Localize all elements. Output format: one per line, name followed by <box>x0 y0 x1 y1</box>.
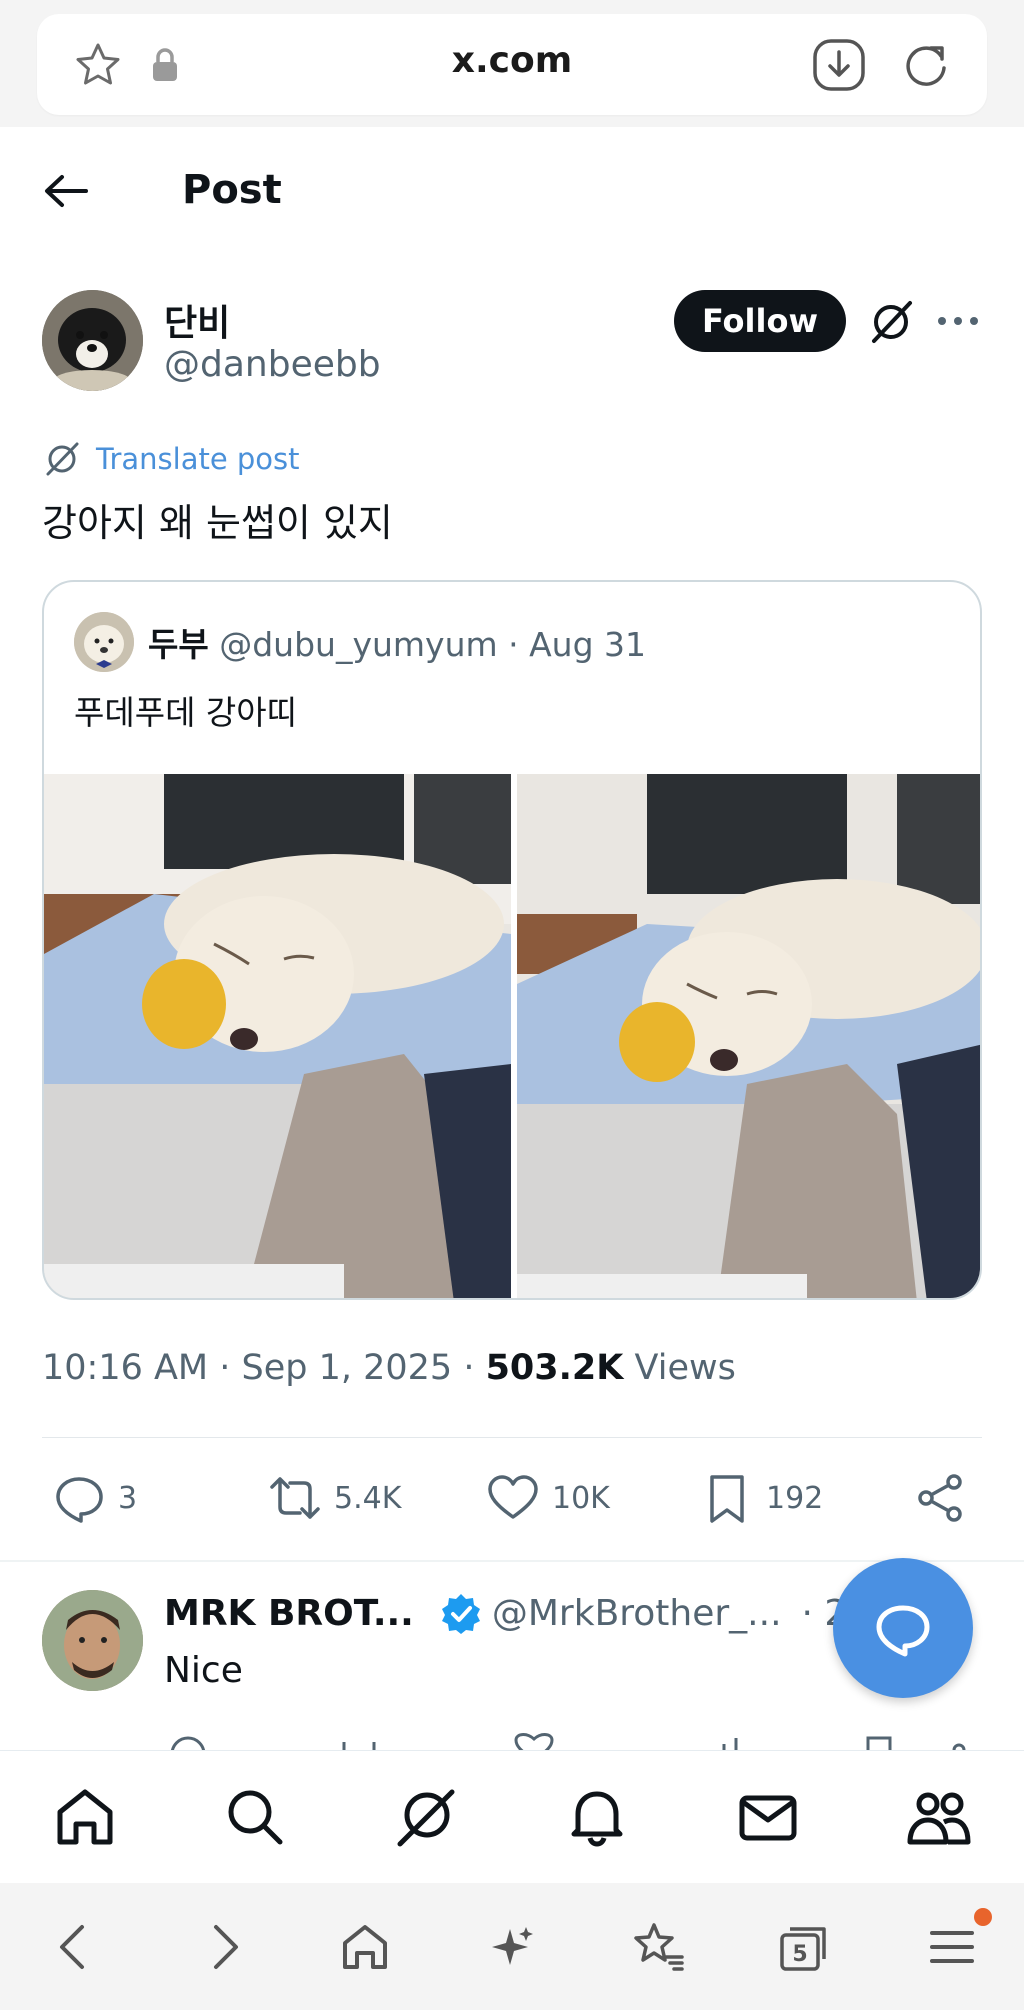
download-icon[interactable] <box>812 38 866 92</box>
notifications-icon[interactable] <box>564 1784 630 1850</box>
post-actions: 3 5.4K 10K 192 <box>0 1463 1024 1533</box>
like-button[interactable]: 10K <box>486 1463 610 1533</box>
url-bar[interactable]: x.com <box>37 14 987 115</box>
verified-badge-icon <box>441 1594 480 1634</box>
translate-label: Translate post <box>96 442 300 476</box>
ai-sparkle-icon[interactable] <box>484 1919 540 1975</box>
views-count: 503.2K <box>485 1348 624 1388</box>
follow-button[interactable]: Follow <box>674 290 846 352</box>
bookmark-icon <box>710 1475 744 1523</box>
grok-nav-icon[interactable] <box>392 1784 458 1850</box>
like-count: 10K <box>552 1480 610 1516</box>
menu-icon[interactable] <box>924 1919 980 1975</box>
bookmark-count: 192 <box>766 1480 824 1516</box>
page-title: Post <box>182 167 282 213</box>
dog-photo-1[interactable] <box>44 774 511 1300</box>
reply-count: 3 <box>118 1480 138 1516</box>
reply-text: Nice <box>164 1650 243 1691</box>
quote-text: 푸데푸데 강아띠 <box>74 693 298 732</box>
repost-count: 5.4K <box>334 1480 402 1516</box>
chat-bubble-icon <box>876 1605 930 1657</box>
share-icon <box>918 1474 962 1522</box>
author-handle[interactable]: @danbeebb <box>164 344 381 385</box>
translate-post-link[interactable]: Translate post <box>42 437 300 481</box>
bottom-nav <box>0 1750 1024 1883</box>
heart-icon <box>488 1475 538 1519</box>
more-options-icon[interactable] <box>936 306 980 336</box>
home-icon[interactable] <box>52 1784 118 1850</box>
quote-author-name: 두부 <box>148 625 209 664</box>
divider <box>42 1437 982 1438</box>
back-arrow-icon[interactable] <box>42 171 90 211</box>
reply-button[interactable]: 3 <box>52 1463 137 1533</box>
tabs-icon[interactable]: 5 <box>776 1919 832 1975</box>
dog-photo-2[interactable] <box>517 774 982 1300</box>
author-avatar[interactable] <box>42 290 143 391</box>
repost-icon <box>270 1477 320 1519</box>
communities-icon[interactable] <box>906 1784 972 1850</box>
reply-author-avatar[interactable] <box>42 1590 143 1691</box>
reply-author-handle[interactable]: @MrkBrother_... <box>492 1593 782 1634</box>
search-icon[interactable] <box>222 1784 288 1850</box>
browser-back-icon[interactable] <box>46 1919 102 1975</box>
grok-icon[interactable] <box>866 297 916 347</box>
tab-count: 5 <box>792 1942 807 1967</box>
reply-icon <box>56 1477 103 1523</box>
views-label: Views <box>623 1348 736 1388</box>
author-name[interactable]: 단비 <box>164 294 230 346</box>
quote-media[interactable] <box>44 774 982 1300</box>
post-text: 강아지 왜 눈썹이 있지 <box>42 501 393 545</box>
browser-top-bar: x.com <box>0 0 1024 127</box>
quote-author-avatar <box>74 612 134 672</box>
browser-forward-icon[interactable] <box>196 1919 252 1975</box>
quote-date: · Aug 31 <box>497 625 647 664</box>
grok-translate-icon <box>46 442 79 476</box>
quoted-post[interactable]: 두부 @dubu_yumyum · Aug 31 푸데푸데 강아띠 <box>42 580 982 1300</box>
repost-button[interactable]: 5.4K <box>268 1463 401 1533</box>
new-reply-fab[interactable] <box>833 1558 973 1698</box>
page-header: Post <box>0 127 1024 257</box>
menu-notification-dot <box>974 1908 992 1926</box>
reply-actions <box>164 1730 984 1750</box>
bookmark-button[interactable]: 192 <box>700 1463 823 1533</box>
quote-author-handle: @dubu_yumyum <box>219 625 498 664</box>
messages-icon[interactable] <box>735 1784 801 1850</box>
browser-bottom-bar: 5 <box>0 1883 1024 2010</box>
browser-home-icon[interactable] <box>337 1919 393 1975</box>
reply-author-name[interactable]: MRK BROT... <box>164 1593 414 1634</box>
bookmarks-star-icon[interactable] <box>630 1919 686 1975</box>
share-button[interactable] <box>914 1463 980 1533</box>
divider <box>0 1560 1024 1562</box>
post-timestamp: 10:16 AM · Sep 1, 2025 · 503.2K Views <box>42 1348 736 1388</box>
reload-icon[interactable] <box>899 38 953 92</box>
timestamp-text: 10:16 AM · Sep 1, 2025 · <box>42 1348 486 1388</box>
